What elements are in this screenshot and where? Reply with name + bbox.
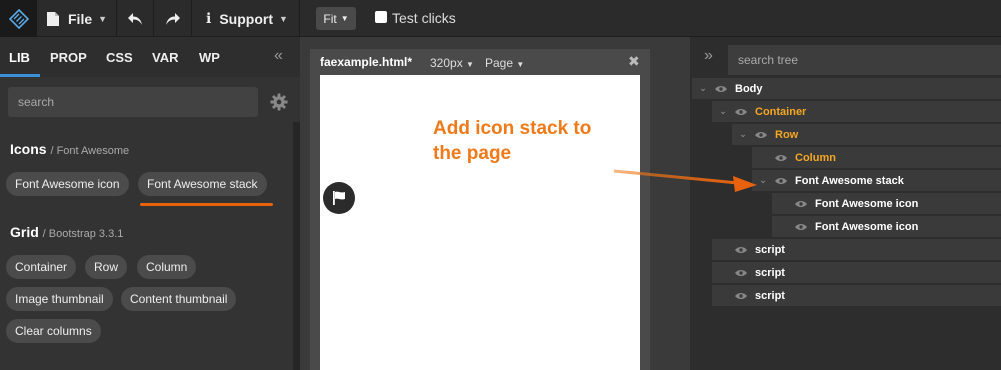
lib-item-container[interactable]: Container xyxy=(6,255,77,279)
visibility-eye-icon[interactable] xyxy=(734,292,748,300)
section-subtitle: / Font Awesome xyxy=(50,145,130,157)
tree-node[interactable]: script xyxy=(712,239,1001,261)
annotation-line: Add icon stack to xyxy=(433,118,592,139)
chevron-down-icon: ▼ xyxy=(340,14,349,23)
chevron-down-icon: ▼ xyxy=(516,60,525,69)
lib-item-font-awesome-stack[interactable]: Font Awesome stack xyxy=(138,172,267,196)
top-toolbar: File ▼ ℹ Support ▼ Fit ▼ Test clicks xyxy=(0,0,1001,37)
undo-button[interactable] xyxy=(117,0,154,37)
tree-node-label: Font Awesome icon xyxy=(815,197,919,210)
tree-node-label: script xyxy=(755,243,785,256)
tree-toggle-icon[interactable]: ⌄ xyxy=(736,129,750,140)
tree-node-label: script xyxy=(755,289,785,302)
lib-item-font-awesome-icon[interactable]: Font Awesome icon xyxy=(6,172,129,196)
tree-node-label: script xyxy=(755,266,785,279)
chevron-down-icon: ▼ xyxy=(278,13,288,24)
tree-node[interactable]: ⌄ Row xyxy=(732,124,1001,146)
active-tab-indicator xyxy=(0,74,40,77)
visibility-eye-icon[interactable] xyxy=(714,85,728,93)
zoom-fit-dropdown[interactable]: Fit ▼ xyxy=(316,7,356,30)
chevron-down-icon: ▼ xyxy=(466,60,474,69)
annotation-line: the page xyxy=(433,143,512,164)
tree-toggle-icon[interactable]: ⌄ xyxy=(696,83,710,94)
lib-item-image-thumbnail[interactable]: Image thumbnail xyxy=(6,287,113,311)
icon-stack-element[interactable] xyxy=(323,182,355,214)
tree-node-label: Column xyxy=(795,151,836,164)
section-title-grid: Grid / Bootstrap 3.3.1 xyxy=(10,224,123,240)
redo-button[interactable] xyxy=(154,0,192,37)
lib-item-clear-columns[interactable]: Clear columns xyxy=(6,319,101,343)
flag-icon xyxy=(333,191,345,205)
visibility-eye-icon[interactable] xyxy=(774,177,788,185)
close-icon[interactable]: ✖ xyxy=(628,53,640,70)
tree-node-label: Body xyxy=(735,82,763,95)
panel-scrollbar[interactable] xyxy=(293,122,300,370)
visibility-eye-icon[interactable] xyxy=(794,223,808,231)
tree-node[interactable]: Font Awesome icon xyxy=(772,216,1001,238)
tree-node[interactable]: Font Awesome icon xyxy=(772,193,1001,215)
tree-toggle-icon[interactable]: ⌄ xyxy=(716,106,730,117)
tree-node[interactable]: Column xyxy=(752,147,1001,169)
tab-wp[interactable]: WP xyxy=(199,50,220,65)
page-file-name[interactable]: faexample.html* xyxy=(320,55,412,69)
section-name: Icons xyxy=(10,141,47,157)
zoom-fit-label: Fit xyxy=(323,11,337,26)
panel-tabs: LIB PROP CSS VAR WP « xyxy=(0,37,300,77)
chevron-down-icon: ▼ xyxy=(98,13,108,24)
highlight-underline xyxy=(140,203,273,206)
collapse-panel-icon[interactable]: « xyxy=(274,47,283,65)
tree-node[interactable]: ⌄ Container xyxy=(712,101,1001,123)
visibility-eye-icon[interactable] xyxy=(754,131,768,139)
width-dropdown[interactable]: 320px ▼ xyxy=(430,56,474,70)
canvas-area: faexample.html* 320px ▼ Page ▼ ✖ xyxy=(300,37,690,370)
test-clicks-checkbox[interactable] xyxy=(375,11,387,23)
width-label: 320px xyxy=(430,56,463,70)
expand-panel-icon[interactable]: » xyxy=(704,47,713,65)
lib-item-column[interactable]: Column xyxy=(137,255,197,279)
tree-node[interactable]: ⌄ Font Awesome stack xyxy=(752,170,1001,192)
visibility-eye-icon[interactable] xyxy=(734,246,748,254)
test-clicks-label: Test clicks xyxy=(392,10,456,26)
support-menu-label: Support xyxy=(219,10,273,27)
lib-item-content-thumbnail[interactable]: Content thumbnail xyxy=(121,287,237,311)
tree-toggle-icon[interactable]: ⌄ xyxy=(756,175,770,186)
redo-icon xyxy=(165,12,180,25)
visibility-eye-icon[interactable] xyxy=(734,269,748,277)
lib-item-row[interactable]: Row xyxy=(85,255,128,279)
tab-prop[interactable]: PROP xyxy=(50,50,87,65)
tree-node[interactable]: script xyxy=(712,262,1001,284)
info-icon: ℹ xyxy=(206,10,212,26)
page-frame: faexample.html* 320px ▼ Page ▼ ✖ xyxy=(310,49,650,370)
tab-var[interactable]: VAR xyxy=(152,50,178,65)
tree-node[interactable]: ⌄ Body xyxy=(692,78,1001,100)
visibility-eye-icon[interactable] xyxy=(794,200,808,208)
tab-lib[interactable]: LIB xyxy=(9,50,30,65)
page-mode-dropdown[interactable]: Page ▼ xyxy=(485,56,524,70)
undo-icon xyxy=(128,12,142,25)
annotation-callout: Add icon stack to the page xyxy=(433,116,633,166)
app-logo-icon[interactable] xyxy=(0,0,37,37)
library-search-input[interactable] xyxy=(8,87,258,117)
tree-node-label: Font Awesome stack xyxy=(795,174,904,187)
tree-node-label: Row xyxy=(775,128,799,141)
page-mode-label: Page xyxy=(485,56,514,70)
visibility-eye-icon[interactable] xyxy=(734,108,748,116)
tree-node[interactable]: script xyxy=(712,285,1001,307)
section-subtitle: / Bootstrap 3.3.1 xyxy=(42,228,124,240)
visibility-eye-icon[interactable] xyxy=(774,154,788,162)
tree-search-input[interactable] xyxy=(728,45,1001,75)
gear-icon[interactable] xyxy=(270,93,288,111)
support-menu-button[interactable]: ℹ Support ▼ xyxy=(192,0,300,37)
file-menu-button[interactable]: File ▼ xyxy=(37,0,117,37)
section-title-icons: Icons / Font Awesome xyxy=(10,141,129,157)
section-name: Grid xyxy=(10,224,39,240)
tree-node-label: Container xyxy=(755,105,807,118)
file-menu-label: File xyxy=(68,10,93,27)
tab-css[interactable]: CSS xyxy=(106,50,133,65)
file-icon xyxy=(47,11,59,26)
tree-node-label: Font Awesome icon xyxy=(815,220,919,233)
